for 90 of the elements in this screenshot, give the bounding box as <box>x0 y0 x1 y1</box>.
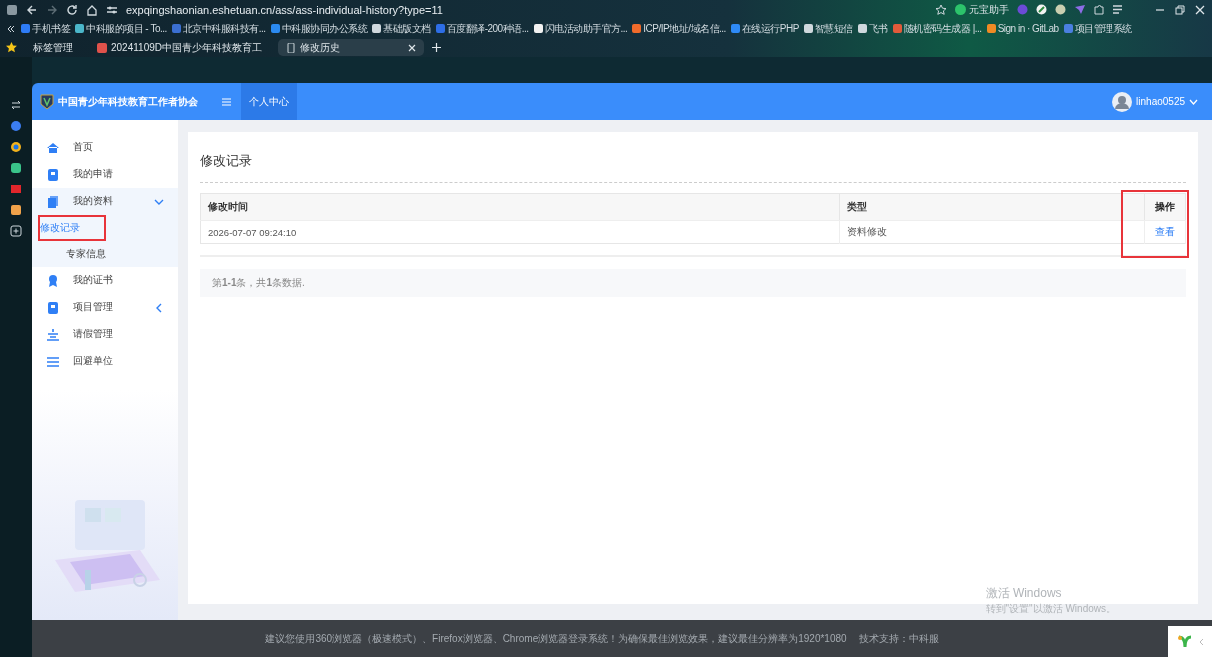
certificate-icon <box>46 273 60 288</box>
column-header: 修改时间 <box>200 193 840 221</box>
document-icon <box>46 300 60 315</box>
app-icon[interactable] <box>10 162 22 174</box>
extension-icon[interactable] <box>1055 4 1066 15</box>
sidebar-item[interactable]: 我的资料 <box>32 188 178 215</box>
bookmark-star-icon[interactable] <box>6 42 17 53</box>
document-icon <box>46 167 60 182</box>
bookmark-link[interactable]: 智慧短信 <box>803 21 853 36</box>
bookmark-icon <box>803 24 813 33</box>
assistant-icon <box>955 4 966 15</box>
star-icon[interactable] <box>935 3 947 16</box>
view-link[interactable]: 查看 <box>1155 226 1175 237</box>
bookmark-icon <box>892 24 902 33</box>
sidebar-subitem[interactable]: 修改记录 <box>40 217 104 239</box>
chevron-icon[interactable] <box>154 302 164 313</box>
home-icon[interactable] <box>86 3 98 16</box>
bookmark-link[interactable]: 在线运行PHP <box>730 21 799 36</box>
list-icon <box>46 354 60 369</box>
chevron-down-icon[interactable] <box>1189 98 1198 105</box>
column-header: 操作 <box>1144 193 1186 221</box>
sidebar-item[interactable]: 我的申请 <box>32 161 178 188</box>
restore-icon[interactable] <box>1174 3 1186 16</box>
bookmark-link[interactable]: 项目管理系统 <box>1063 21 1132 36</box>
bookmark-icon <box>1063 24 1073 33</box>
browser-notice: 建议您使用360浏览器（极速模式）、Firefox浏览器、Chrome浏览器登录系统！为确保最佳浏览效果，建议最佳分辨率为1920*1080 <box>265 631 847 646</box>
bookmark-link[interactable]: 随机密码生成器 |... <box>892 21 982 36</box>
extension-icon[interactable] <box>1036 4 1047 15</box>
bookmark-icon <box>857 24 867 33</box>
logo-text: 中国青少年科技教育工作者协会 <box>58 94 198 109</box>
personal-center-tab[interactable]: 个人中心 <box>241 83 297 120</box>
table-cell: 2026-07-07 09:24:10 <box>200 220 840 244</box>
bookmark-link[interactable]: 飞书 <box>857 21 888 36</box>
sidebar-item[interactable]: 我的证书 <box>32 267 178 294</box>
app-icon[interactable] <box>10 120 22 132</box>
swap-icon[interactable] <box>10 99 22 111</box>
tab-group-button[interactable]: 标签管理 <box>25 39 81 56</box>
bookmark-link[interactable]: 基础版文档 <box>372 21 431 36</box>
bookmark-icon <box>435 24 445 33</box>
bookmark-icon <box>270 24 280 33</box>
tab-favicon-icon <box>286 42 296 53</box>
assistant-button[interactable]: 元宝助手 <box>955 2 1009 17</box>
tab-favicon-icon <box>97 42 107 53</box>
bookmark-icon <box>21 24 30 33</box>
browser-tab[interactable]: 20241109D中国青少年科技教育工 <box>89 39 270 56</box>
bookmark-link[interactable]: 北京中科服科技有... <box>171 21 266 36</box>
bookmark-icon <box>171 24 181 33</box>
table-cell: 资料修改 <box>839 220 1145 244</box>
bookmark-icon <box>372 24 382 33</box>
bookmark-icon <box>632 24 642 33</box>
support-text: 技术支持：中科服 <box>858 631 939 646</box>
bookmark-link[interactable]: 中科服的项目 - To... <box>75 21 167 36</box>
back-icon[interactable] <box>26 3 38 16</box>
avatar-icon <box>1112 91 1133 112</box>
bookmark-icon <box>986 24 996 33</box>
app-icon[interactable] <box>10 141 22 153</box>
bookmark-icon <box>75 24 84 33</box>
page-title: 修改记录 <box>200 152 253 170</box>
leaf-logo-icon <box>1176 634 1193 649</box>
sidebar-item[interactable]: 回避单位 <box>32 348 178 375</box>
bookmark-link[interactable]: Sign in · GitLab <box>986 23 1059 34</box>
reload-icon[interactable] <box>66 3 78 16</box>
menu-icon[interactable] <box>1112 4 1124 15</box>
close-icon[interactable] <box>408 43 416 52</box>
close-icon[interactable] <box>1194 3 1206 16</box>
sidebar-item[interactable]: 项目管理 <box>32 294 178 321</box>
column-header: 类型 <box>839 193 1145 221</box>
bookmark-link[interactable]: 手机书签 <box>21 21 70 36</box>
browser-tab[interactable]: 修改历史 <box>278 39 424 56</box>
bookmark-link[interactable]: 百度翻译-200种语... <box>435 21 529 36</box>
new-tab-icon[interactable] <box>432 43 441 52</box>
collapse-icon[interactable] <box>6 23 16 34</box>
pagination-summary: 第1-1条，共1条数据. <box>212 276 305 290</box>
sidebar-subitem[interactable]: 专家信息 <box>40 247 106 261</box>
bookmark-icon <box>533 24 543 33</box>
app-icon[interactable] <box>10 204 22 216</box>
association-logo-icon <box>40 93 54 110</box>
address-bar-url[interactable]: expqingshaonian.eshetuan.cn/ass/ass-individual-history?type=11 <box>126 3 443 16</box>
sidebar-item[interactable]: 首页 <box>32 134 178 161</box>
sidebar-toggle-icon[interactable] <box>6 3 18 16</box>
footer-widget[interactable] <box>1168 626 1212 657</box>
bookmark-link[interactable]: 闪电活动助手官方... <box>533 21 628 36</box>
home-icon <box>46 140 60 155</box>
sidebar-item[interactable]: 请假管理 <box>32 321 178 348</box>
files-icon <box>46 194 60 209</box>
forward-icon[interactable] <box>46 3 58 16</box>
bookmark-link[interactable]: ICP/IP地址/域名信... <box>632 21 726 36</box>
bookmark-icon <box>730 24 740 33</box>
bookmark-link[interactable]: 中科服协同办公系统 <box>270 21 368 36</box>
add-app-icon[interactable] <box>10 225 22 237</box>
